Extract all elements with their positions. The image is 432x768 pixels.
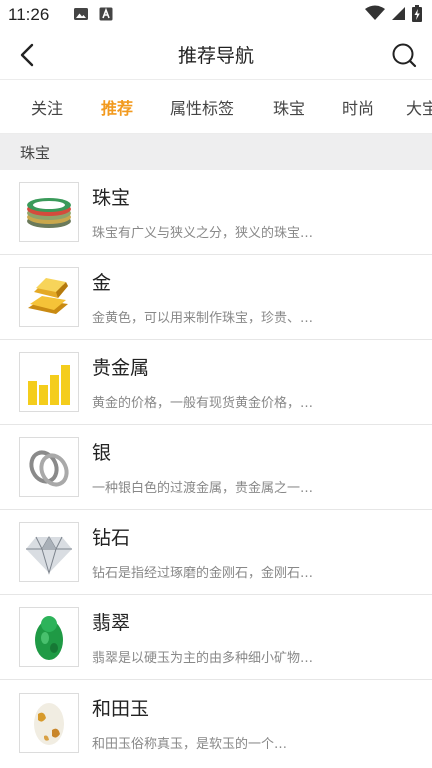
scroll-fade xyxy=(280,680,432,768)
tab-bar: 关注 推荐 属性标签 珠宝 时尚 大宝 xyxy=(0,80,432,134)
item-desc: 翡翠是以硬玉为主的由多种细小矿物… xyxy=(92,651,314,666)
battery-icon xyxy=(412,4,422,26)
diamond-icon xyxy=(19,522,79,582)
list-item[interactable]: 珠宝 珠宝有广义与狭义之分，狭义的珠宝… xyxy=(0,170,432,255)
wifi-icon xyxy=(365,5,385,25)
tab-attribute-tags[interactable]: 属性标签 xyxy=(140,95,264,119)
item-title: 珠宝 xyxy=(92,187,131,209)
back-button[interactable] xyxy=(14,42,40,68)
a-icon xyxy=(99,6,113,25)
item-desc: 黄金的价格，一般有现货黄金价格，… xyxy=(92,396,314,411)
item-title: 银 xyxy=(92,442,112,464)
item-desc: 珠宝有广义与狭义之分，狭义的珠宝… xyxy=(92,226,314,241)
header: 推荐导航 xyxy=(0,30,432,80)
list-item[interactable]: 银 一种银白色的过渡金属，贵金属之一… xyxy=(0,425,432,510)
section-header: 珠宝 xyxy=(0,134,432,170)
image-icon xyxy=(73,6,89,25)
bar-chart-icon xyxy=(19,352,79,412)
list-item[interactable]: 钻石 钻石是指经过琢磨的金刚石，金刚石… xyxy=(0,510,432,595)
item-title: 金 xyxy=(92,272,112,294)
item-title: 贵金属 xyxy=(92,357,150,379)
status-time: 11:26 xyxy=(8,5,50,24)
list-item[interactable]: 翡翠 翡翠是以硬玉为主的由多种细小矿物… xyxy=(0,595,432,680)
list-item[interactable]: 贵金属 黄金的价格，一般有现货黄金价格，… xyxy=(0,340,432,425)
gold-bar-icon xyxy=(19,267,79,327)
search-icon xyxy=(392,43,417,68)
jade-icon xyxy=(19,607,79,667)
page-title: 推荐导航 xyxy=(177,45,254,67)
back-arrow-icon xyxy=(20,43,34,67)
item-title: 翡翠 xyxy=(92,612,131,634)
tab-more[interactable]: 大宝 xyxy=(402,95,432,119)
tab-fashion[interactable]: 时尚 xyxy=(314,95,402,119)
item-desc: 金黄色，可以用来制作珠宝，珍贵、… xyxy=(92,311,314,326)
item-desc: 一种银白色的过渡金属，贵金属之一… xyxy=(92,481,314,496)
list-item[interactable]: 金 金黄色，可以用来制作珠宝，珍贵、… xyxy=(0,255,432,340)
item-title: 钻石 xyxy=(92,527,131,549)
hetian-jade-icon xyxy=(19,692,79,753)
signal-icon xyxy=(391,6,406,25)
status-bar: 11:26 xyxy=(0,0,432,30)
search-button[interactable] xyxy=(390,41,418,69)
jewelry-icon xyxy=(19,182,79,242)
item-desc: 钻石是指经过琢磨的金刚石，金刚石… xyxy=(92,566,314,581)
silver-rings-icon xyxy=(19,437,79,497)
tab-follow[interactable]: 关注 xyxy=(0,95,94,119)
item-list: 珠宝 珠宝有广义与狭义之分，狭义的珠宝… 金 金黄色，可以用来制作珠宝，珍贵、… xyxy=(0,170,432,765)
tab-recommend[interactable]: 推荐 xyxy=(94,95,140,119)
tab-jewelry[interactable]: 珠宝 xyxy=(264,95,314,119)
